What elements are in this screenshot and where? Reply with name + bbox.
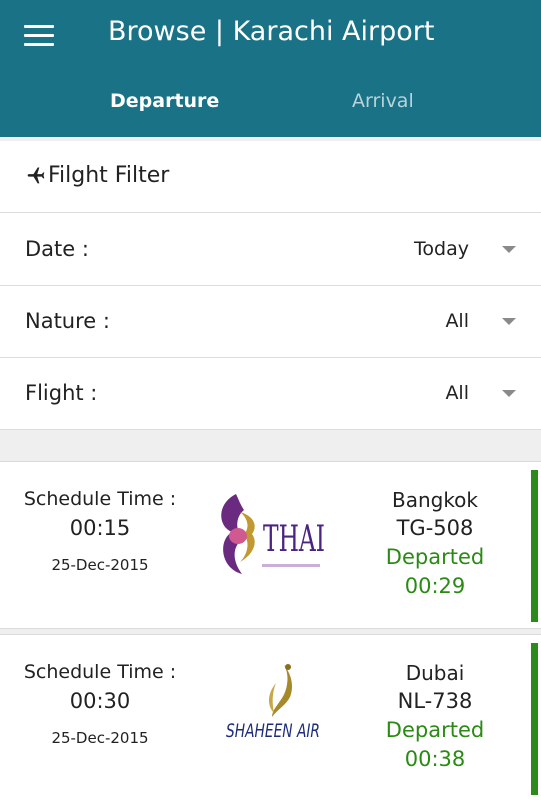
tab-departure[interactable]: Departure — [110, 90, 219, 112]
date-filter-label: Date : — [25, 237, 89, 261]
schedule-time: 00:30 — [69, 689, 131, 713]
flight-date: 25-Dec-2015 — [51, 729, 149, 747]
hamburger-menu-icon[interactable] — [24, 25, 54, 47]
status-time: 00:38 — [404, 747, 466, 771]
date-filter-value: Today — [414, 238, 469, 260]
flight-status: Departed — [385, 718, 485, 742]
app-bar: Browse | Karachi Airport Departure Arriv… — [0, 0, 541, 137]
flight-filter-panel: Filght Filter Date : Today Nature : All … — [0, 141, 541, 430]
schedule-time: 00:15 — [69, 516, 131, 540]
destination: Dubai — [405, 661, 465, 685]
shaheen-air-logo: SHAHEEN AIR — [226, 664, 320, 742]
schedule-time-label: Schedule Time : — [23, 661, 177, 683]
flight-number: TG-508 — [396, 516, 474, 540]
destination: Bangkok — [391, 488, 479, 512]
status-time: 00:29 — [404, 574, 466, 598]
dropdown-arrow-icon — [502, 390, 516, 397]
airplane-icon — [27, 167, 45, 184]
svg-text:SHAHEEN AIR: SHAHEEN AIR — [226, 720, 320, 742]
flight-list-item[interactable]: Schedule Time : 00:15 25-Dec-2015 THAI B… — [0, 461, 541, 629]
flight-filter-label: Flight : — [25, 381, 98, 405]
nature-filter-value: All — [445, 310, 469, 332]
svg-text:THAI: THAI — [263, 519, 325, 560]
filter-header[interactable]: Filght Filter — [0, 141, 541, 213]
page-title: Browse | Karachi Airport — [108, 16, 435, 47]
tab-arrival[interactable]: Arrival — [352, 90, 414, 112]
dropdown-arrow-icon — [502, 318, 516, 325]
flight-filter-dropdown[interactable]: Flight : All — [0, 358, 541, 430]
date-filter-dropdown[interactable]: Date : Today — [0, 214, 541, 286]
flight-list-item[interactable]: Schedule Time : 00:30 25-Dec-2015 SHAHEE… — [0, 634, 541, 800]
nature-filter-dropdown[interactable]: Nature : All — [0, 286, 541, 358]
schedule-time-label: Schedule Time : — [23, 488, 177, 510]
flight-number: NL-738 — [397, 689, 473, 713]
flight-status: Departed — [385, 545, 485, 569]
status-indicator-bar — [531, 470, 538, 622]
nature-filter-label: Nature : — [25, 309, 110, 333]
filter-title: Filght Filter — [48, 163, 170, 188]
dropdown-arrow-icon — [502, 246, 516, 253]
flight-filter-value: All — [445, 382, 469, 404]
thai-airways-logo: THAI — [221, 494, 325, 574]
flight-date: 25-Dec-2015 — [51, 556, 149, 574]
status-indicator-bar — [531, 643, 538, 795]
